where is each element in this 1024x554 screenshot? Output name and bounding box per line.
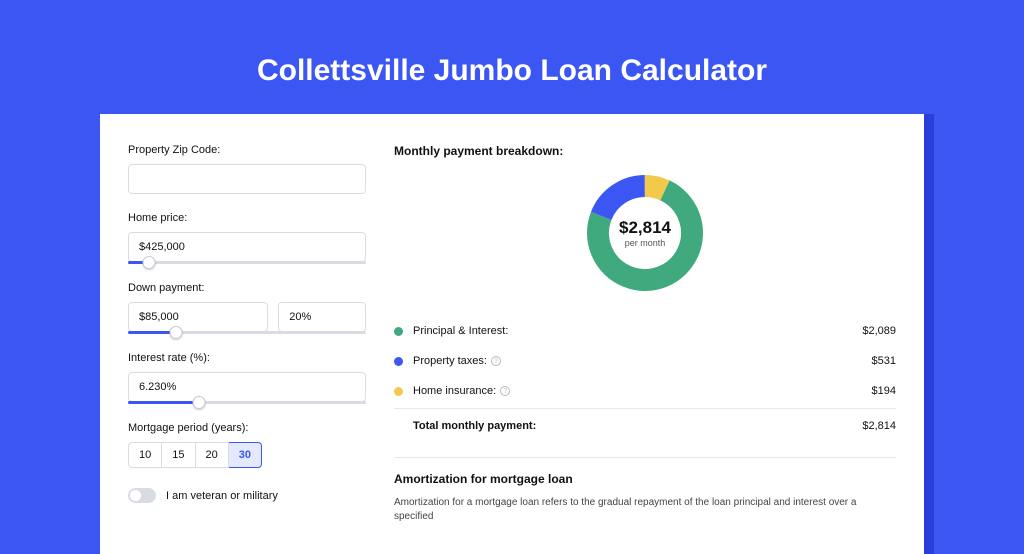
- legend-label: Property taxes:?: [413, 355, 872, 367]
- veteran-label: I am veteran or military: [166, 490, 278, 502]
- interest-label: Interest rate (%):: [128, 352, 366, 364]
- period-button-20[interactable]: 20: [196, 442, 229, 468]
- veteran-row: I am veteran or military: [128, 488, 366, 503]
- zip-field: Property Zip Code:: [128, 144, 366, 194]
- legend-total-row: Total monthly payment: $2,814: [394, 409, 896, 441]
- legend-row: Home insurance:?$194: [394, 376, 896, 406]
- zip-input[interactable]: [128, 164, 366, 194]
- down-payment-slider-thumb[interactable]: [169, 326, 182, 339]
- donut-sub: per month: [625, 238, 666, 248]
- legend-total-label: Total monthly payment:: [413, 420, 862, 432]
- legend-dot: [394, 357, 403, 366]
- down-payment-label: Down payment:: [128, 282, 366, 294]
- legend-label: Principal & Interest:: [413, 325, 862, 337]
- donut-amount: $2,814: [619, 218, 671, 238]
- interest-field: Interest rate (%):: [128, 352, 366, 404]
- period-button-30[interactable]: 30: [229, 442, 262, 468]
- breakdown-title: Monthly payment breakdown:: [394, 144, 896, 158]
- zip-label: Property Zip Code:: [128, 144, 366, 156]
- info-icon[interactable]: ?: [491, 356, 501, 366]
- form-panel: Property Zip Code: Home price: Down paym…: [128, 144, 366, 524]
- down-payment-pct-input[interactable]: [278, 302, 366, 332]
- period-button-10[interactable]: 10: [128, 442, 162, 468]
- veteran-toggle[interactable]: [128, 488, 156, 503]
- home-price-input[interactable]: [128, 232, 366, 262]
- legend-value: $194: [872, 385, 896, 397]
- legend-value: $531: [872, 355, 896, 367]
- down-payment-field: Down payment:: [128, 282, 366, 334]
- calculator-card: Property Zip Code: Home price: Down paym…: [100, 114, 924, 554]
- home-price-slider-thumb[interactable]: [143, 256, 156, 269]
- amortization-section: Amortization for mortgage loan Amortizat…: [394, 457, 896, 524]
- home-price-slider[interactable]: [128, 261, 366, 264]
- home-price-field: Home price:: [128, 212, 366, 264]
- legend-total-value: $2,814: [862, 420, 896, 432]
- home-price-label: Home price:: [128, 212, 366, 224]
- down-payment-slider[interactable]: [128, 331, 366, 334]
- interest-slider-fill: [128, 401, 199, 404]
- interest-slider[interactable]: [128, 401, 366, 404]
- legend-value: $2,089: [862, 325, 896, 337]
- donut-wrap: $2,814 per month: [394, 172, 896, 294]
- period-group: 10152030: [128, 442, 366, 468]
- donut-center: $2,814 per month: [584, 172, 706, 294]
- legend-label: Home insurance:?: [413, 385, 872, 397]
- period-field: Mortgage period (years): 10152030: [128, 422, 366, 468]
- page-title: Collettsville Jumbo Loan Calculator: [0, 0, 1024, 114]
- legend-label-text: Principal & Interest:: [413, 325, 508, 337]
- amortization-text: Amortization for a mortgage loan refers …: [394, 496, 896, 524]
- donut-chart: $2,814 per month: [584, 172, 706, 294]
- period-button-15[interactable]: 15: [162, 442, 195, 468]
- legend-label-text: Property taxes:: [413, 355, 487, 367]
- interest-input[interactable]: [128, 372, 366, 402]
- breakdown-panel: Monthly payment breakdown: $2,814 per mo…: [394, 144, 896, 524]
- period-label: Mortgage period (years):: [128, 422, 366, 434]
- legend-dot: [394, 327, 403, 336]
- legend-row: Principal & Interest: $2,089: [394, 316, 896, 346]
- interest-slider-thumb[interactable]: [193, 396, 206, 409]
- down-payment-input[interactable]: [128, 302, 268, 332]
- legend-dot: [394, 387, 403, 396]
- info-icon[interactable]: ?: [500, 386, 510, 396]
- legend: Principal & Interest: $2,089 Property taxe…: [394, 316, 896, 406]
- legend-row: Property taxes:?$531: [394, 346, 896, 376]
- legend-label-text: Home insurance:: [413, 385, 496, 397]
- amortization-title: Amortization for mortgage loan: [394, 472, 896, 486]
